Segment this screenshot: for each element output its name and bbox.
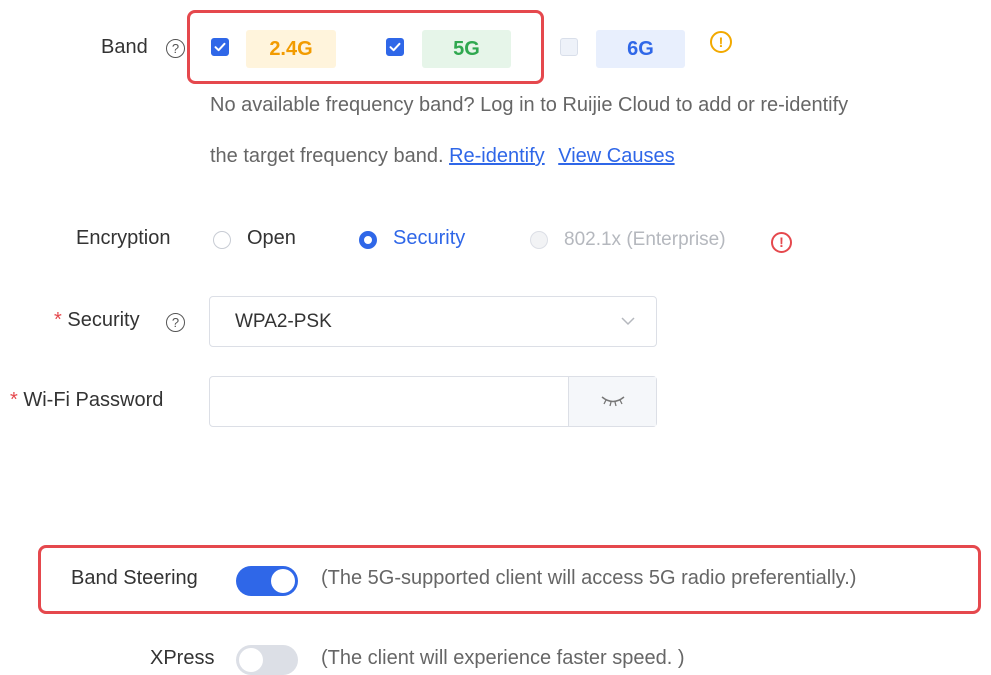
encryption-label: Encryption (76, 227, 171, 249)
encryption-enterprise-label: 802.1x (Enterprise) (564, 229, 726, 250)
eye-closed-icon (601, 396, 625, 407)
band-steering-label: Band Steering (71, 567, 198, 589)
wifi-password-label-text: Wi-Fi Password (23, 389, 164, 411)
encryption-security-radio[interactable] (359, 231, 377, 249)
check-icon (214, 42, 226, 52)
wifi-password-input[interactable] (210, 377, 568, 426)
check-icon (389, 42, 401, 52)
band-5g-label[interactable]: 5G (422, 30, 511, 68)
band-2-4g-label[interactable]: 2.4G (246, 30, 336, 68)
chevron-down-icon (621, 317, 635, 326)
toggle-password-visibility-button[interactable] (568, 377, 656, 426)
encryption-open-label[interactable]: Open (247, 227, 296, 250)
band-6g-label[interactable]: 6G (596, 30, 685, 68)
band-2-4g-checkbox[interactable] (211, 38, 229, 56)
required-mark: * (54, 309, 62, 331)
band-label: Band (101, 36, 148, 58)
reidentify-link[interactable]: Re-identify (449, 145, 545, 167)
band-5g-checkbox[interactable] (386, 38, 404, 56)
xpress-label: XPress (150, 647, 215, 669)
band-steering-description: (The 5G-supported client will access 5G … (321, 567, 857, 589)
view-causes-link[interactable]: View Causes (558, 145, 674, 167)
security-help-icon[interactable]: ? (166, 313, 185, 332)
band-hint-line1: No available frequency band? Log in to R… (210, 94, 849, 116)
security-label-text: Security (67, 309, 140, 331)
band-hint-line2: the target frequency band. Re-identify V… (210, 145, 675, 168)
toggle-knob (271, 569, 295, 593)
security-select-value: WPA2-PSK (235, 311, 332, 332)
error-icon[interactable]: ! (771, 232, 792, 253)
encryption-open-radio[interactable] (213, 231, 231, 249)
encryption-enterprise-radio (530, 231, 548, 249)
xpress-toggle[interactable] (236, 645, 298, 675)
security-select[interactable]: WPA2-PSK (209, 296, 657, 347)
band-help-icon[interactable]: ? (166, 39, 185, 58)
encryption-security-label[interactable]: Security (393, 227, 465, 250)
wifi-password-label: * Wi-Fi Password (10, 389, 163, 412)
wifi-password-group (209, 376, 657, 427)
band-6g-checkbox[interactable] (560, 38, 578, 56)
toggle-knob (239, 648, 263, 672)
band-hint-text: the target frequency band. (210, 145, 444, 167)
xpress-description: (The client will experience faster speed… (321, 647, 685, 669)
band-steering-toggle[interactable] (236, 566, 298, 596)
warning-icon[interactable]: ! (710, 31, 732, 53)
required-mark: * (10, 389, 18, 411)
security-label: * Security (54, 309, 140, 332)
